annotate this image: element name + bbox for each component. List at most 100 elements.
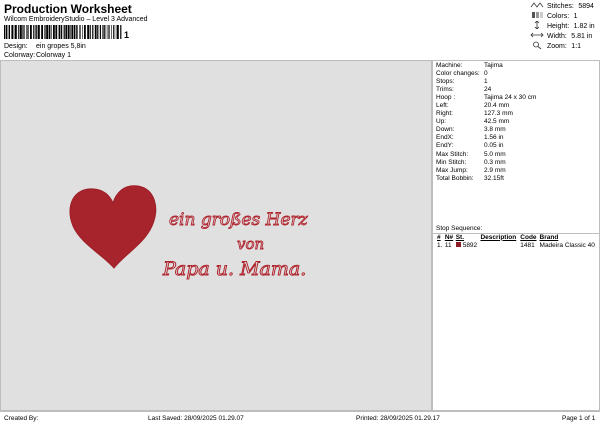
stat-stitches: Stitches: 5894 — [530, 1, 600, 11]
info-label: Total Bobbin: — [436, 174, 474, 182]
info-row: Down: 3.8 mm — [436, 126, 536, 134]
info-row: Max Jump: 2.9 mm — [436, 166, 536, 174]
design-label: Design: — [4, 43, 28, 50]
colors-icon — [532, 12, 543, 18]
col-description: Description — [480, 233, 517, 241]
info-row: Stops: 1 — [436, 77, 536, 85]
info-row: Up: 42.5 mm — [436, 118, 536, 126]
info-label: Up: — [436, 118, 447, 126]
info-value: 32.15ft — [484, 174, 504, 182]
info-value: 24 — [484, 85, 492, 93]
info-label: Color changes: — [436, 69, 480, 77]
design-stats: Stitches: 5894 Colors: 1 Height: 1.82 in… — [530, 1, 600, 51]
info-value: 0.05 in — [484, 142, 504, 150]
machine-info: Machine: Tajima Color changes: 0 Stops: 1 Trim… — [436, 61, 536, 182]
barcode-number: 1 — [124, 30, 130, 40]
table-row: 1. 11 5892 1481 Madeira Classic 40 — [436, 241, 599, 249]
design-preview: ein großes Herz von Papa u. Mama. — [0, 60, 432, 411]
info-row: Right: 127.3 mm — [436, 110, 536, 118]
info-label: Left: — [436, 102, 449, 110]
stat-colors-label: Colors: — [547, 12, 570, 20]
info-row: Min Stitch: 0.3 mm — [436, 158, 536, 166]
stat-zoom-label: Zoom: — [547, 42, 567, 50]
info-row: Max Stitch: 5.0 mm — [436, 150, 536, 158]
footer: Created By: Last Saved: 28/09/2025 01.29… — [0, 411, 600, 424]
info-value: Tajima — [484, 61, 503, 69]
design-value: ein gropes 5,8in — [36, 43, 86, 50]
stat-colors: Colors: 1 — [530, 11, 600, 21]
info-value: 127.3 mm — [484, 110, 513, 118]
info-row: EndX: 1.56 in — [436, 134, 536, 142]
info-row: Left: 20.4 mm — [436, 101, 536, 109]
script-line-2: von — [237, 235, 264, 253]
info-label: Right: — [436, 110, 453, 118]
row-index: 1. — [437, 241, 443, 249]
info-row: Total Bobbin: 32.15ft — [436, 174, 536, 182]
info-value: 2.9 mm — [484, 166, 506, 174]
heart-shape — [69, 185, 157, 269]
col-code: Code — [520, 233, 537, 241]
info-label: Trims: — [436, 85, 454, 93]
stat-height: Height: 1.82 in — [530, 20, 600, 31]
col-brand: Brand — [539, 233, 559, 241]
row-description — [479, 241, 519, 249]
stat-zoom-value: 1:1 — [571, 42, 582, 50]
stat-width: Width: 5.81 in — [530, 31, 600, 41]
info-label: Hoop : — [436, 93, 456, 101]
script-line-1: ein großes Herz — [169, 210, 309, 230]
stat-stitches-value: 5894 — [578, 2, 594, 10]
stat-width-label: Width: — [547, 32, 567, 40]
row-brand: Madeira Classic 40 — [539, 241, 595, 249]
info-label: Max Stitch: — [436, 150, 469, 158]
row-stitches: 5892 — [462, 241, 478, 249]
col-needle: N# — [444, 233, 454, 241]
info-label: EndY: — [436, 142, 454, 150]
info-value: Tajima 24 x 30 cm — [484, 93, 537, 101]
stop-sequence-table: # N# St. Description Code Brand 1. 11 58… — [436, 233, 599, 249]
width-icon — [530, 32, 544, 38]
info-value: 42.5 mm — [484, 118, 510, 126]
info-row: Color changes: 0 — [436, 69, 536, 77]
embroidery-design: ein großes Herz von Papa u. Mama. — [69, 185, 309, 281]
stat-height-value: 1.82 in — [573, 22, 595, 30]
page-number: Page 1 of 1 — [562, 415, 596, 422]
info-value: 3.8 mm — [484, 126, 506, 134]
last-saved: Last Saved: 28/09/2025 01.29.07 — [148, 415, 244, 422]
info-row: Trims: 24 — [436, 85, 536, 93]
row-stitches-cell: 5892 — [455, 241, 480, 249]
info-value: 1 — [484, 77, 488, 85]
row-needle: 11 — [444, 241, 452, 249]
info-panel: Machine: Tajima Color changes: 0 Stops: 1 Trim… — [432, 60, 600, 411]
stitches-icon — [530, 2, 544, 8]
info-label: Down: — [436, 126, 455, 134]
stat-width-value: 5.81 in — [571, 32, 593, 40]
info-row: Hoop : Tajima 24 x 30 cm — [436, 93, 536, 101]
info-row: EndY: 0.05 in — [436, 142, 536, 150]
info-value: 20.4 mm — [484, 102, 510, 110]
page-title: Production Worksheet — [4, 2, 132, 16]
info-label: Stops: — [436, 77, 455, 85]
info-label: EndX: — [436, 134, 454, 142]
col-stitches: St. — [455, 233, 465, 241]
info-value: 5.0 mm — [484, 150, 506, 158]
barcode — [4, 25, 122, 39]
stat-colors-value: 1 — [573, 12, 578, 20]
info-value: 1.56 in — [484, 134, 504, 142]
col-index: # — [437, 233, 441, 241]
software-subtitle: Wilcom EmbroideryStudio – Level 3 Advanc… — [4, 16, 148, 23]
script-line-3: Papa u. Mama. — [162, 258, 306, 280]
info-row: Machine: Tajima — [436, 61, 536, 69]
thread-color-swatch — [455, 242, 461, 248]
printed-date: Printed: 28/09/2025 01.29.17 — [356, 415, 440, 422]
colorway-label: Colorway: — [4, 52, 36, 59]
table-header-row: # N# St. Description Code Brand — [436, 233, 599, 241]
info-label: Max Jump: — [436, 166, 468, 174]
stop-sequence-label: Stop Sequence: — [436, 225, 483, 232]
info-label: Machine: — [436, 61, 463, 69]
info-value: 0.3 mm — [484, 158, 506, 166]
height-icon — [534, 20, 540, 30]
row-code: 1481 — [520, 241, 535, 249]
info-value: 0 — [484, 69, 488, 77]
zoom-icon — [533, 41, 542, 50]
stat-zoom: Zoom: 1:1 — [530, 41, 600, 51]
